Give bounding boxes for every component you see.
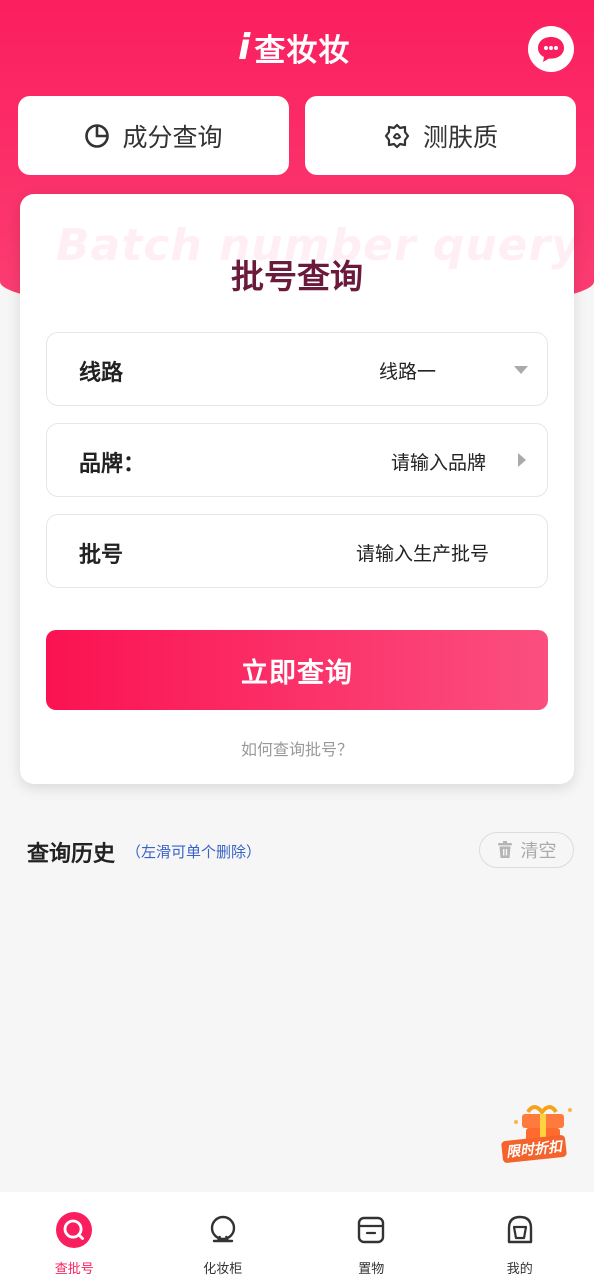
brand-picker[interactable]: 品牌： 请输入品牌 xyxy=(46,423,548,497)
profile-icon xyxy=(502,1212,538,1248)
tab-label: 我的 xyxy=(506,1262,533,1277)
tab-profile[interactable]: 我的 xyxy=(446,1192,594,1280)
tab-batch-query[interactable]: 查批号 xyxy=(0,1192,149,1280)
logo-text: 查妆妆 xyxy=(254,32,351,69)
app-header: i 查妆妆 xyxy=(0,0,594,96)
clear-history-button[interactable]: 清空 xyxy=(479,832,574,868)
batch-number-label: 批号 xyxy=(79,543,124,568)
message-button[interactable] xyxy=(528,26,574,72)
history-title: 查询历史 xyxy=(27,842,116,867)
skin-test-label: 测肤质 xyxy=(422,122,498,152)
tab-label: 置物 xyxy=(358,1262,385,1277)
ingredient-query-label: 成分查询 xyxy=(122,122,223,152)
query-now-button[interactable]: 立即查询 xyxy=(46,630,548,710)
skin-test-icon xyxy=(384,123,410,148)
skin-test-button[interactable]: 测肤质 xyxy=(305,96,576,175)
query-now-label: 立即查询 xyxy=(241,657,353,689)
bottom-tab-bar: 查批号 化妆柜 置物 我的 xyxy=(0,1192,594,1280)
tab-cabinet[interactable]: 化妆柜 xyxy=(149,1192,298,1280)
card-title: 批号查询 xyxy=(231,257,363,296)
tab-storage[interactable]: 置物 xyxy=(297,1192,446,1280)
pie-chart-icon xyxy=(85,123,110,148)
limited-discount-promo[interactable]: 限时折扣 xyxy=(498,1102,582,1168)
clear-label: 清空 xyxy=(520,841,557,862)
chevron-right-icon xyxy=(518,453,526,467)
brand-label: 品牌： xyxy=(79,452,146,477)
tab-label: 化妆柜 xyxy=(203,1262,243,1277)
brand-value: 请输入品牌 xyxy=(391,452,487,474)
history-hint: （左滑可单个删除） xyxy=(126,843,262,861)
box-icon xyxy=(353,1212,389,1248)
batch-number-field[interactable]: 批号 请输入生产批号 xyxy=(46,514,548,588)
search-icon xyxy=(56,1212,93,1248)
app-logo: i 查妆妆 xyxy=(238,24,350,70)
cabinet-icon xyxy=(205,1212,241,1248)
logo-i: i xyxy=(238,26,251,68)
tab-label: 查批号 xyxy=(54,1262,94,1277)
ingredient-query-button[interactable]: 成分查询 xyxy=(18,96,289,175)
batch-query-card: Batch number query 批号查询 线路 线路一 品牌： 请输入品牌… xyxy=(20,194,580,784)
chevron-down-icon xyxy=(514,366,528,374)
route-value: 线路一 xyxy=(379,361,437,383)
trash-icon xyxy=(497,841,512,858)
route-select[interactable]: 线路 线路一 xyxy=(46,332,548,406)
chat-bubble-icon xyxy=(538,37,564,62)
route-label: 线路 xyxy=(79,361,124,386)
batch-number-input[interactable]: 请输入生产批号 xyxy=(356,539,489,566)
how-to-query-link[interactable]: 如何查询批号？ xyxy=(20,736,574,760)
